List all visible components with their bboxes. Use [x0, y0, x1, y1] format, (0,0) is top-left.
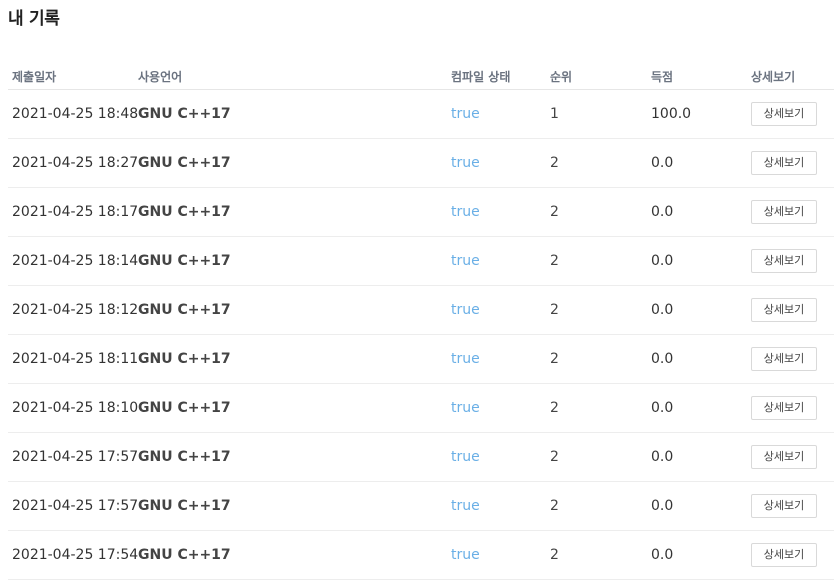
table-row: 2021-04-25 17:57 GNU C++17 true 2 0.0 상세…	[8, 482, 834, 531]
submission-language: GNU C++17	[138, 302, 231, 318]
submission-rank: 2	[550, 155, 559, 171]
submission-date: 2021-04-25 18:27	[12, 155, 139, 171]
table-row: 2021-04-25 18:48 GNU C++17 true 1 100.0 …	[8, 90, 834, 139]
submission-language: GNU C++17	[138, 351, 231, 367]
table-row: 2021-04-25 18:27 GNU C++17 true 2 0.0 상세…	[8, 139, 834, 188]
table-row: 2021-04-25 17:54 GNU C++17 true 2 0.0 상세…	[8, 531, 834, 580]
submission-score: 0.0	[651, 547, 674, 563]
submission-rank: 2	[550, 253, 559, 269]
submission-score: 0.0	[651, 155, 674, 171]
table-row: 2021-04-25 18:12 GNU C++17 true 2 0.0 상세…	[8, 286, 834, 335]
view-detail-button[interactable]: 상세보기	[751, 200, 817, 224]
submission-rank: 1	[550, 106, 559, 122]
submission-score: 0.0	[651, 351, 674, 367]
submission-date: 2021-04-25 17:57	[12, 449, 139, 465]
table-body: 2021-04-25 18:48 GNU C++17 true 1 100.0 …	[8, 90, 834, 580]
submission-language: GNU C++17	[138, 547, 231, 563]
compile-status: true	[451, 155, 480, 171]
submission-language: GNU C++17	[138, 106, 231, 122]
submission-rank: 2	[550, 302, 559, 318]
submission-language: GNU C++17	[138, 498, 231, 514]
submission-language: GNU C++17	[138, 204, 231, 220]
table-row: 2021-04-25 17:57 GNU C++17 true 2 0.0 상세…	[8, 433, 834, 482]
table-header: 제출일자 사용언어 컴파일 상태 순위 득점 상세보기	[8, 60, 834, 90]
view-detail-button[interactable]: 상세보기	[751, 396, 817, 420]
compile-status: true	[451, 302, 480, 318]
header-compile-status: 컴파일 상태	[451, 70, 511, 84]
view-detail-button[interactable]: 상세보기	[751, 445, 817, 469]
submission-date: 2021-04-25 18:12	[12, 302, 139, 318]
submission-rank: 2	[550, 351, 559, 367]
submission-rank: 2	[550, 204, 559, 220]
submission-language: GNU C++17	[138, 449, 231, 465]
submission-date: 2021-04-25 18:48	[12, 106, 139, 122]
my-records-page: 내 기록 제출일자 사용언어 컴파일 상태 순위 득점 상세보기 2021-04…	[0, 0, 836, 584]
view-detail-button[interactable]: 상세보기	[751, 494, 817, 518]
compile-status: true	[451, 498, 480, 514]
header-language: 사용언어	[138, 70, 183, 84]
view-detail-button[interactable]: 상세보기	[751, 151, 817, 175]
submission-rank: 2	[550, 400, 559, 416]
submission-score: 0.0	[651, 400, 674, 416]
compile-status: true	[451, 547, 480, 563]
table-row: 2021-04-25 18:11 GNU C++17 true 2 0.0 상세…	[8, 335, 834, 384]
table-row: 2021-04-25 18:17 GNU C++17 true 2 0.0 상세…	[8, 188, 834, 237]
submission-date: 2021-04-25 18:17	[12, 204, 139, 220]
header-score: 득점	[651, 70, 674, 84]
compile-status: true	[451, 351, 480, 367]
compile-status: true	[451, 204, 480, 220]
submission-score: 100.0	[651, 106, 692, 122]
submission-date: 2021-04-25 17:54	[12, 547, 139, 563]
submission-rank: 2	[550, 449, 559, 465]
view-detail-button[interactable]: 상세보기	[751, 347, 817, 371]
compile-status: true	[451, 106, 480, 122]
view-detail-button[interactable]: 상세보기	[751, 298, 817, 322]
submission-score: 0.0	[651, 449, 674, 465]
submission-date: 2021-04-25 18:14	[12, 253, 139, 269]
submission-score: 0.0	[651, 302, 674, 318]
view-detail-button[interactable]: 상세보기	[751, 543, 817, 567]
submission-date: 2021-04-25 17:57	[12, 498, 139, 514]
records-table: 제출일자 사용언어 컴파일 상태 순위 득점 상세보기 2021-04-25 1…	[8, 60, 834, 580]
submission-score: 0.0	[651, 204, 674, 220]
submission-rank: 2	[550, 547, 559, 563]
header-detail: 상세보기	[751, 70, 796, 84]
submission-language: GNU C++17	[138, 155, 231, 171]
compile-status: true	[451, 400, 480, 416]
header-date: 제출일자	[12, 70, 57, 84]
page-title: 내 기록	[8, 9, 60, 29]
table-row: 2021-04-25 18:14 GNU C++17 true 2 0.0 상세…	[8, 237, 834, 286]
submission-score: 0.0	[651, 253, 674, 269]
submission-date: 2021-04-25 18:11	[12, 351, 139, 367]
view-detail-button[interactable]: 상세보기	[751, 249, 817, 273]
compile-status: true	[451, 253, 480, 269]
submission-score: 0.0	[651, 498, 674, 514]
table-row: 2021-04-25 18:10 GNU C++17 true 2 0.0 상세…	[8, 384, 834, 433]
submission-date: 2021-04-25 18:10	[12, 400, 139, 416]
submission-language: GNU C++17	[138, 400, 231, 416]
submission-rank: 2	[550, 498, 559, 514]
view-detail-button[interactable]: 상세보기	[751, 102, 817, 126]
submission-language: GNU C++17	[138, 253, 231, 269]
compile-status: true	[451, 449, 480, 465]
header-rank: 순위	[550, 70, 573, 84]
